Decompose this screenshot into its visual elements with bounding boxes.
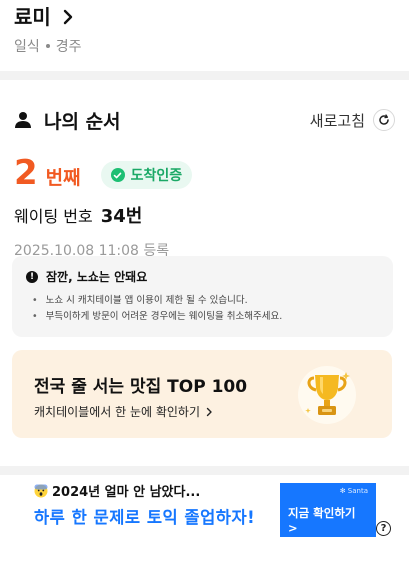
trophy-icon	[298, 366, 356, 424]
notice-item-text: 노쇼 시 캐치테이블 앱 이용이 제한 될 수 있습니다.	[45, 295, 248, 306]
no-show-notice: ! 잠깐, 노쇼는 안돼요 • 노쇼 시 캐치테이블 앱 이용이 제한 될 수 …	[12, 256, 393, 337]
bullet: •	[32, 295, 38, 306]
section-divider	[0, 466, 409, 475]
section-divider	[0, 71, 409, 80]
bullet: •	[32, 311, 38, 322]
ad-banner[interactable]: 2024년 얼마 안 남았다... 하루 한 문제로 토익 졸업하자! ✻ Sa…	[34, 481, 394, 539]
ad-line1: 2024년 얼마 안 남았다...	[52, 485, 201, 500]
store-header: 료미 일식 경주	[14, 4, 394, 66]
store-category: 일식	[14, 39, 40, 55]
ad-cta-label: 지금 확인하기 >	[288, 506, 356, 535]
notice-title: 잠깐, 노쇼는 안돼요	[46, 270, 148, 284]
ad-brand-text: Santa	[347, 487, 368, 495]
chevron-right-icon	[206, 407, 212, 416]
queue-title-wrap: 나의 순서	[14, 107, 121, 134]
order-unit: 번째	[45, 166, 81, 189]
queue-section: 나의 순서 새로고침 2 번째 도착인증 웨이팅 번호 34번 2025.10.…	[0, 84, 409, 260]
chevron-right-icon	[63, 9, 73, 25]
check-circle-icon	[110, 168, 125, 182]
waiting-number-row: 웨이팅 번호 34번	[14, 202, 395, 228]
ad-brand: ✻ Santa	[339, 487, 368, 495]
store-link[interactable]: 료미	[14, 4, 394, 30]
arrival-badge: 도착인증	[100, 161, 193, 189]
store-name: 료미	[14, 5, 51, 29]
refresh-button[interactable]: 새로고침	[310, 109, 395, 131]
refresh-icon	[373, 109, 395, 131]
queue-header: 나의 순서 새로고침	[14, 84, 395, 156]
waiting-number-value: 34번	[100, 206, 143, 227]
queue-title: 나의 순서	[44, 110, 121, 133]
notice-title-row: ! 잠깐, 노쇼는 안돼요	[26, 268, 379, 285]
notice-item: • 노쇼 시 캐치테이블 앱 이용이 제한 될 수 있습니다.	[32, 293, 379, 309]
promo-subtitle: 캐치테이블에서 한 눈에 확인하기	[34, 405, 201, 419]
person-icon	[15, 112, 31, 128]
ad-info-icon[interactable]: ?	[376, 521, 391, 536]
exclamation-icon: !	[26, 270, 38, 283]
notice-item-text: 부득이하게 방문이 어려운 경우에는 웨이팅을 취소해주세요.	[45, 311, 283, 322]
shocked-face-icon	[34, 484, 48, 497]
separator-dot	[45, 44, 50, 48]
store-location: 경주	[55, 39, 82, 55]
notice-list: • 노쇼 시 캐치테이블 앱 이용이 제한 될 수 있습니다. • 부득이하게 …	[26, 293, 379, 325]
notice-item: • 부득이하게 방문이 어려운 경우에는 웨이팅을 취소해주세요.	[32, 309, 379, 325]
order-row: 2 번째 도착인증	[14, 154, 395, 192]
order-number: 2	[14, 153, 38, 193]
store-meta: 일식 경주	[14, 36, 394, 56]
arrival-badge-label: 도착인증	[130, 168, 183, 184]
refresh-label: 새로고침	[309, 111, 365, 130]
waiting-number-label: 웨이팅 번호	[14, 207, 93, 226]
ad-cta-button[interactable]: ✻ Santa 지금 확인하기 >	[280, 483, 376, 537]
top100-banner[interactable]: 전국 줄 서는 맛집 TOP 100 캐치테이블에서 한 눈에 확인하기	[12, 350, 392, 438]
